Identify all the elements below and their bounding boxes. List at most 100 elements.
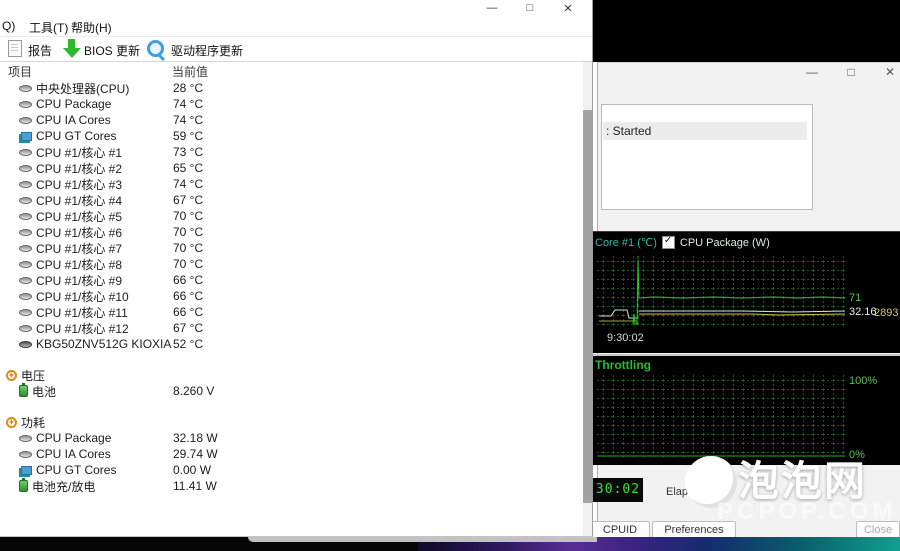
max-label: 100% bbox=[849, 375, 877, 387]
sensor-row[interactable]: CPU #1/核心 #173 °C bbox=[0, 144, 580, 160]
sensor-row[interactable]: CPU #1/核心 #1267 °C bbox=[0, 320, 580, 336]
maximize-icon[interactable]: □ bbox=[845, 65, 857, 79]
sensor-label: CPU IA Cores bbox=[36, 447, 111, 461]
value-column-header[interactable]: 当前值 bbox=[172, 63, 208, 80]
temp-icon bbox=[19, 245, 32, 252]
cpu-package-checkbox[interactable] bbox=[662, 236, 675, 249]
temp-icon bbox=[19, 149, 32, 156]
sensor-row[interactable]: CPU GT Cores0.00 W bbox=[0, 462, 580, 478]
sensor-label: CPU #1/核心 #12 bbox=[36, 320, 129, 337]
sensor-label: CPU #1/核心 #7 bbox=[36, 240, 122, 257]
sensor-row[interactable]: CPU #1/核心 #374 °C bbox=[0, 176, 580, 192]
sensor-value: 59 °C bbox=[173, 129, 203, 143]
sensor-row[interactable]: 电池充/放电11.41 W bbox=[0, 478, 580, 494]
close-icon[interactable]: ✕ bbox=[884, 65, 896, 79]
graph-grid bbox=[597, 374, 845, 457]
sensor-row[interactable]: CPU #1/核心 #265 °C bbox=[0, 160, 580, 176]
menu-item-tools[interactable]: 工具(T) bbox=[29, 19, 68, 36]
sensor-row[interactable]: CPU #1/核心 #670 °C bbox=[0, 224, 580, 240]
sensor-row[interactable]: 中央处理器(CPU)28 °C bbox=[0, 80, 580, 96]
temp-icon bbox=[19, 181, 32, 188]
sensor-label: 电池 bbox=[32, 383, 56, 400]
item-column-header[interactable]: 项目 bbox=[8, 63, 32, 80]
legend-package-label: CPU Package (W) bbox=[680, 237, 770, 249]
status-list-item[interactable]: : Started bbox=[603, 122, 807, 140]
temp-icon bbox=[19, 435, 32, 442]
sensor-row[interactable]: CPU #1/核心 #870 °C bbox=[0, 256, 580, 272]
status-listbox: : Started bbox=[601, 104, 813, 210]
report-icon[interactable] bbox=[8, 40, 22, 57]
vertical-scrollbar[interactable] bbox=[583, 62, 592, 536]
sensor-value: 74 °C bbox=[173, 113, 203, 127]
sensor-row[interactable]: 电池 8.260 V bbox=[0, 383, 580, 399]
sensor-label: 电池充/放电 bbox=[32, 478, 95, 495]
sensor-row[interactable]: CPU #1/核心 #966 °C bbox=[0, 272, 580, 288]
throttling-title: Throttling bbox=[595, 358, 651, 372]
temp-icon bbox=[19, 85, 32, 92]
legend-core-label: Core #1 (℃) bbox=[595, 236, 657, 249]
sensor-label: CPU #1/核心 #10 bbox=[36, 288, 129, 305]
report-button[interactable]: 报告 bbox=[28, 42, 52, 59]
temp-icon bbox=[19, 261, 32, 268]
menu-item-clipped[interactable]: Q) bbox=[2, 19, 15, 33]
sensor-label: CPU #1/核心 #9 bbox=[36, 272, 122, 289]
sensor-value: 70 °C bbox=[173, 257, 203, 271]
elapsed-time-lcd: 30:02 bbox=[593, 478, 643, 502]
bios-update-button[interactable]: BIOS 更新 bbox=[84, 42, 140, 59]
sensor-label: CPU GT Cores bbox=[36, 129, 116, 143]
sensor-label: CPU GT Cores bbox=[36, 463, 116, 477]
sensor-value: 70 °C bbox=[173, 225, 203, 239]
menu-bar: Q) 工具(T) 帮助(H) bbox=[0, 18, 592, 35]
gpu-icon bbox=[21, 132, 32, 141]
desktop-black-region bbox=[593, 0, 900, 62]
temp-icon bbox=[19, 197, 32, 204]
menu-item-help[interactable]: 帮助(H) bbox=[71, 19, 112, 36]
gpu-icon bbox=[21, 466, 32, 475]
freq-value-label: 2893 bbox=[874, 307, 898, 319]
sensor-row[interactable]: CPU #1/核心 #467 °C bbox=[0, 192, 580, 208]
sensor-list: 中央处理器(CPU)28 °CCPU Package74 °CCPU IA Co… bbox=[0, 80, 580, 494]
maximize-icon[interactable]: □ bbox=[524, 2, 536, 14]
sensor-row[interactable]: KBG50ZNV512G KIOXIA52 °C bbox=[0, 336, 580, 352]
sensor-row[interactable]: CPU #1/核心 #570 °C bbox=[0, 208, 580, 224]
sensor-row[interactable]: CPU IA Cores 29.74 W bbox=[0, 446, 580, 462]
sensor-label: CPU #1/核心 #1 bbox=[36, 144, 122, 161]
sensor-row[interactable]: CPU IA Cores74 °C bbox=[0, 112, 580, 128]
sensor-window: — □ ✕ Q) 工具(T) 帮助(H) 报告 BIOS 更新 驱动程序更新 项… bbox=[0, 0, 593, 537]
sensor-value: 29.74 W bbox=[173, 447, 218, 461]
sensor-row[interactable]: CPU Package74 °C bbox=[0, 96, 580, 112]
download-arrow-icon[interactable] bbox=[63, 39, 81, 58]
search-icon[interactable] bbox=[147, 40, 164, 57]
sensor-row[interactable]: CPU #1/核心 #770 °C bbox=[0, 240, 580, 256]
list-gap bbox=[0, 352, 580, 367]
close-icon[interactable]: ✕ bbox=[562, 2, 574, 15]
sensor-value: 70 °C bbox=[173, 209, 203, 223]
minimize-icon[interactable]: — bbox=[806, 65, 818, 79]
disk-icon bbox=[19, 341, 32, 348]
power-section-icon bbox=[6, 370, 17, 381]
battery-icon bbox=[19, 385, 28, 397]
temp-icon bbox=[19, 325, 32, 332]
sensor-label: CPU Package bbox=[36, 97, 111, 111]
cpu-graph: 71 32.16 2893 9:30:02 bbox=[593, 252, 900, 353]
scrollbar-thumb[interactable] bbox=[583, 110, 592, 503]
sensor-label: CPU Package bbox=[36, 431, 111, 445]
sensor-row[interactable]: CPU Package32.18 W bbox=[0, 430, 580, 446]
minimize-icon[interactable]: — bbox=[486, 2, 498, 14]
sensor-row[interactable]: CPU GT Cores 59 °C bbox=[0, 128, 580, 144]
driver-update-button[interactable]: 驱动程序更新 bbox=[171, 42, 243, 59]
monitor-window-controls: — □ ✕ bbox=[806, 65, 896, 79]
sensor-label: CPU #1/核心 #2 bbox=[36, 160, 122, 177]
min-label: 0% bbox=[849, 449, 865, 461]
temp-icon bbox=[19, 165, 32, 172]
sensor-value: 28 °C bbox=[173, 81, 203, 95]
sensor-value: 8.260 V bbox=[173, 384, 214, 398]
time-axis-label: 9:30:02 bbox=[607, 332, 644, 344]
sensor-row[interactable]: CPU #1/核心 #10 66 °C bbox=[0, 288, 580, 304]
list-gap bbox=[0, 399, 580, 414]
column-headers: 项目 当前值 bbox=[0, 61, 592, 79]
sensor-value: 66 °C bbox=[173, 289, 203, 303]
power-section-icon bbox=[6, 417, 17, 428]
sensor-row[interactable]: CPU #1/核心 #1166 °C bbox=[0, 304, 580, 320]
temp-value-label: 71 bbox=[849, 292, 861, 304]
